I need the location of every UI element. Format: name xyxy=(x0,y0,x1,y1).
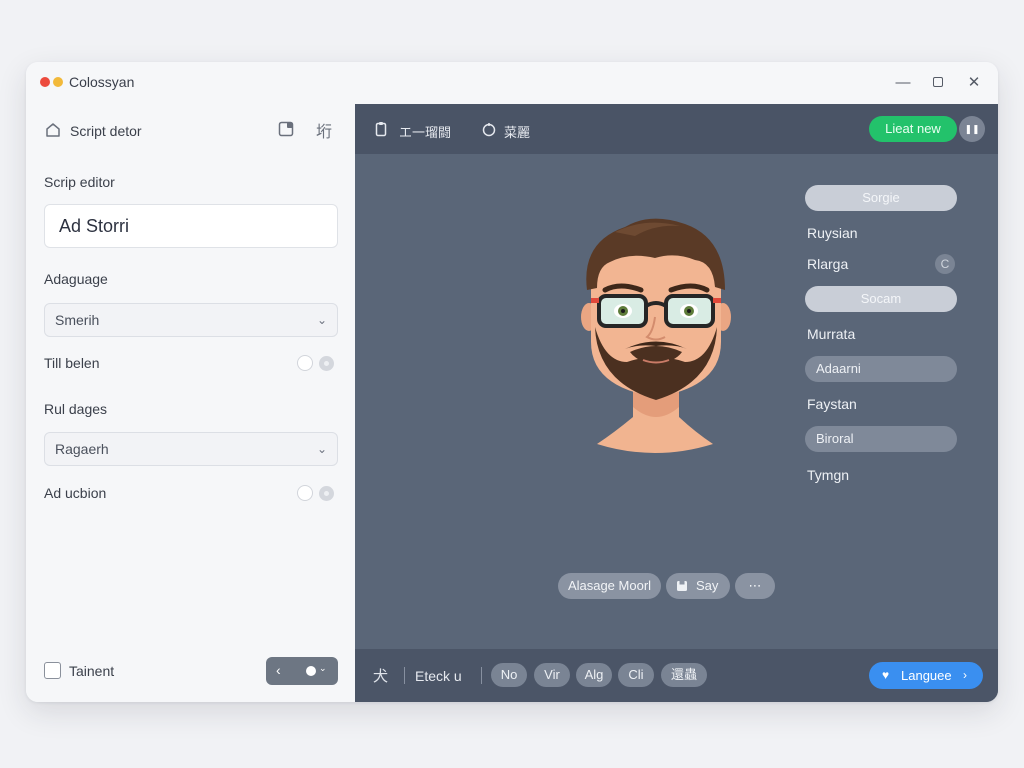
option-rlarga[interactable]: Rlarga xyxy=(807,256,848,272)
checkbox-label: Tainent xyxy=(69,663,115,679)
preview-toolbar: エ一瑠闘 菜麗 Lieat new ❚❚ xyxy=(355,104,998,154)
bottom-chip-extra[interactable]: 還蟲 xyxy=(661,663,707,687)
app-window: Colossyan — ✕ Script detor 垳 Scrip edito… xyxy=(26,62,998,702)
maximize-button[interactable] xyxy=(927,72,949,94)
more-options-button[interactable]: ⋯ xyxy=(735,573,775,599)
chevron-right-icon: › xyxy=(963,668,967,682)
toggle2-control[interactable] xyxy=(297,485,335,501)
preview-panel: エ一瑠闘 菜麗 Lieat new ❚❚ Sorgie Ruysian Rlar… xyxy=(355,104,998,702)
toggle-knob-icon xyxy=(306,666,316,676)
panel-title: Script detor xyxy=(70,123,142,139)
tainent-checkbox[interactable] xyxy=(44,662,61,679)
rules-label: Rul dages xyxy=(44,401,108,417)
toolbar-item2[interactable]: 菜麗 xyxy=(504,122,530,141)
toolbar-item1[interactable]: エ一瑠闘 xyxy=(399,122,451,141)
chevron-down-icon: ⌄ xyxy=(316,442,327,456)
script-editor-panel: Script detor 垳 Scrip editor Ad Storri Ad… xyxy=(26,104,355,702)
script-label: Scrip editor xyxy=(44,174,115,190)
radio-icon xyxy=(297,485,313,501)
bottom-label: Eteck u xyxy=(415,668,462,684)
chevron-left-icon[interactable]: ‹ xyxy=(276,662,281,678)
language-button-label: Languee xyxy=(901,668,952,683)
new-document-icon[interactable] xyxy=(277,120,295,138)
language-select[interactable]: Smerih ⌄ xyxy=(44,303,338,337)
script-input[interactable]: Ad Storri xyxy=(44,204,338,248)
save-icon xyxy=(677,581,687,591)
avatar-portrait xyxy=(581,218,731,453)
chevron-down-icon: ⌄ xyxy=(316,313,327,327)
option-faystan[interactable]: Faystan xyxy=(807,396,857,412)
toggle-icon xyxy=(319,356,334,371)
rules-select[interactable]: Ragaerh ⌄ xyxy=(44,432,338,466)
close-button[interactable]: ✕ xyxy=(963,72,985,94)
radio-icon xyxy=(297,355,313,371)
divider xyxy=(404,667,405,684)
minimize-button[interactable]: — xyxy=(892,72,914,94)
refresh-icon[interactable]: C xyxy=(935,254,955,274)
toggle1-label: Till belen xyxy=(44,355,100,371)
say-chip[interactable]: Say xyxy=(666,573,730,599)
option-pill-biroral[interactable]: Biroral xyxy=(805,426,957,452)
toggle2-label: Ad ucbion xyxy=(44,485,107,501)
bottom-chip-cli[interactable]: Cli xyxy=(618,663,654,687)
language-label: Adaguage xyxy=(44,271,108,287)
language-select-value: Smerih xyxy=(55,312,100,328)
shield-icon: ♥ xyxy=(882,668,890,682)
title-bar: Colossyan — ✕ xyxy=(26,62,998,104)
translate-icon[interactable]: 犬 xyxy=(373,665,388,686)
app-title: Colossyan xyxy=(69,74,135,90)
timer-icon[interactable] xyxy=(481,121,497,137)
bottom-bar: 犬 Eteck u No Vir Alg Cli 還蟲 ♥ Languee › xyxy=(355,649,998,702)
option-pill-socam[interactable]: Socam xyxy=(805,286,957,312)
rules-select-value: Ragaerh xyxy=(55,441,109,457)
option-ruysian[interactable]: Ruysian xyxy=(807,225,858,241)
bottom-chip-no[interactable]: No xyxy=(491,663,527,687)
live-button[interactable]: Lieat new xyxy=(869,116,957,142)
nav-control[interactable]: ‹ ⌄ xyxy=(266,657,338,685)
bottom-chip-alg[interactable]: Alg xyxy=(576,663,612,687)
pause-button[interactable]: ❚❚ xyxy=(959,116,985,142)
toggle1-control[interactable] xyxy=(297,355,335,371)
divider xyxy=(481,667,482,684)
message-chip[interactable]: Alasage Moorl xyxy=(558,573,661,599)
say-label: Say xyxy=(696,578,719,593)
bottom-chip-vir[interactable]: Vir xyxy=(534,663,570,687)
toggle-icon xyxy=(319,486,334,501)
dropdown-icon[interactable]: ⌄ xyxy=(319,663,327,674)
clipboard-icon[interactable] xyxy=(375,121,387,137)
home-icon xyxy=(46,123,60,137)
option-pill-adaarni[interactable]: Adaarni xyxy=(805,356,957,382)
option-tymgn[interactable]: Tymgn xyxy=(807,467,849,483)
minimize-dot-icon[interactable] xyxy=(53,77,63,87)
option-pill-sorgie[interactable]: Sorgie xyxy=(805,185,957,211)
maximize-icon xyxy=(933,77,943,87)
close-dot-icon[interactable] xyxy=(40,77,50,87)
language-button[interactable]: ♥ Languee › xyxy=(869,662,983,689)
option-murrata[interactable]: Murrata xyxy=(807,326,855,342)
layout-icon[interactable]: 垳 xyxy=(316,118,332,142)
